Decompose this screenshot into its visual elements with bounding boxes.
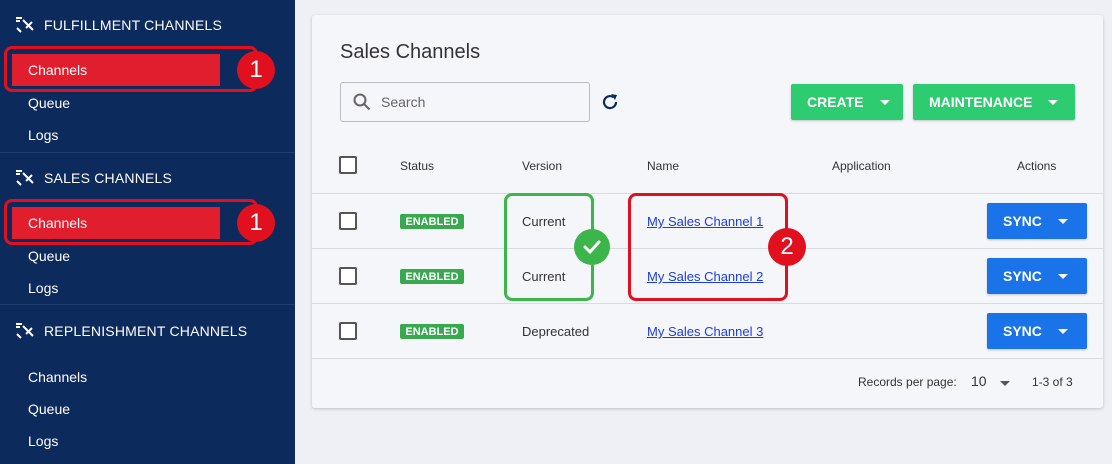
- checkmark-icon: [583, 240, 601, 255]
- sidebar-item-replenishment-logs[interactable]: Logs: [28, 433, 58, 449]
- chevron-down-icon: [879, 99, 890, 105]
- page-title: Sales Channels: [340, 41, 481, 63]
- divider: [0, 152, 295, 153]
- section-header-fulfillment: FULFILLMENT CHANNELS: [14, 16, 222, 34]
- sales-channels-card: Sales Channels CREATE MAINTENANCE Status…: [312, 15, 1103, 408]
- version-cell: Deprecated: [522, 324, 590, 339]
- column-header-version[interactable]: Version: [522, 159, 562, 173]
- step-badge: 1: [237, 204, 275, 242]
- pagination-range: 1-3 of 3: [1032, 375, 1073, 389]
- records-per-page-label: Records per page:: [858, 375, 957, 389]
- sidebar-item-sales-queue[interactable]: Queue: [28, 248, 70, 264]
- sidebar-item-replenishment-queue[interactable]: Queue: [28, 401, 70, 417]
- sync-button[interactable]: SYNC: [987, 258, 1087, 294]
- select-all-checkbox[interactable]: [339, 156, 357, 174]
- channels-icon: [16, 170, 34, 186]
- row-checkbox[interactable]: [339, 267, 357, 285]
- status-badge: ENABLED: [400, 324, 464, 339]
- channel-name-link[interactable]: My Sales Channel 3: [647, 324, 763, 339]
- sidebar-item-fulfillment-logs[interactable]: Logs: [28, 127, 58, 143]
- column-header-status[interactable]: Status: [400, 159, 434, 173]
- section-header-replenishment: REPLENISHMENT CHANNELS: [14, 322, 247, 340]
- step-badge: 1: [237, 51, 275, 89]
- divider: [312, 303, 1103, 304]
- maintenance-button[interactable]: MAINTENANCE: [913, 84, 1075, 120]
- sidebar-item-fulfillment-queue[interactable]: Queue: [28, 95, 70, 111]
- chevron-down-icon: [1057, 328, 1068, 334]
- sidebar-item-fulfillment-channels[interactable]: Channels: [12, 54, 220, 86]
- sidebar: FULFILLMENT CHANNELS Channels 1 Queue Lo…: [0, 0, 295, 464]
- step-badge: 2: [768, 228, 806, 266]
- sync-button[interactable]: SYNC: [987, 313, 1087, 349]
- sidebar-item-sales-logs[interactable]: Logs: [28, 280, 58, 296]
- channels-icon: [16, 323, 34, 339]
- highlight-box-name: [628, 193, 788, 301]
- search-box[interactable]: [340, 82, 590, 122]
- status-badge: ENABLED: [400, 269, 464, 284]
- search-icon: [353, 93, 371, 111]
- chevron-down-icon: [1048, 99, 1059, 105]
- chevron-down-icon: [1057, 273, 1068, 279]
- search-input[interactable]: [381, 94, 561, 110]
- refresh-icon[interactable]: [600, 92, 620, 112]
- divider: [312, 358, 1103, 359]
- sync-button[interactable]: SYNC: [987, 203, 1087, 239]
- row-checkbox[interactable]: [339, 212, 357, 230]
- sidebar-item-replenishment-channels[interactable]: Channels: [28, 369, 87, 385]
- column-header-actions: Actions: [1017, 159, 1057, 173]
- column-header-name[interactable]: Name: [647, 159, 679, 173]
- section-header-sales: SALES CHANNELS: [14, 169, 172, 187]
- row-checkbox[interactable]: [339, 322, 357, 340]
- records-per-page-select[interactable]: 10: [971, 373, 987, 389]
- status-badge: ENABLED: [400, 214, 464, 229]
- sidebar-item-sales-channels[interactable]: Channels: [12, 207, 220, 239]
- chevron-down-icon: [1057, 218, 1068, 224]
- column-header-application[interactable]: Application: [832, 159, 891, 173]
- check-badge: [574, 229, 610, 265]
- create-button[interactable]: CREATE: [791, 84, 903, 120]
- divider: [0, 304, 295, 305]
- chevron-down-icon[interactable]: [1000, 381, 1010, 386]
- channels-icon: [16, 17, 34, 33]
